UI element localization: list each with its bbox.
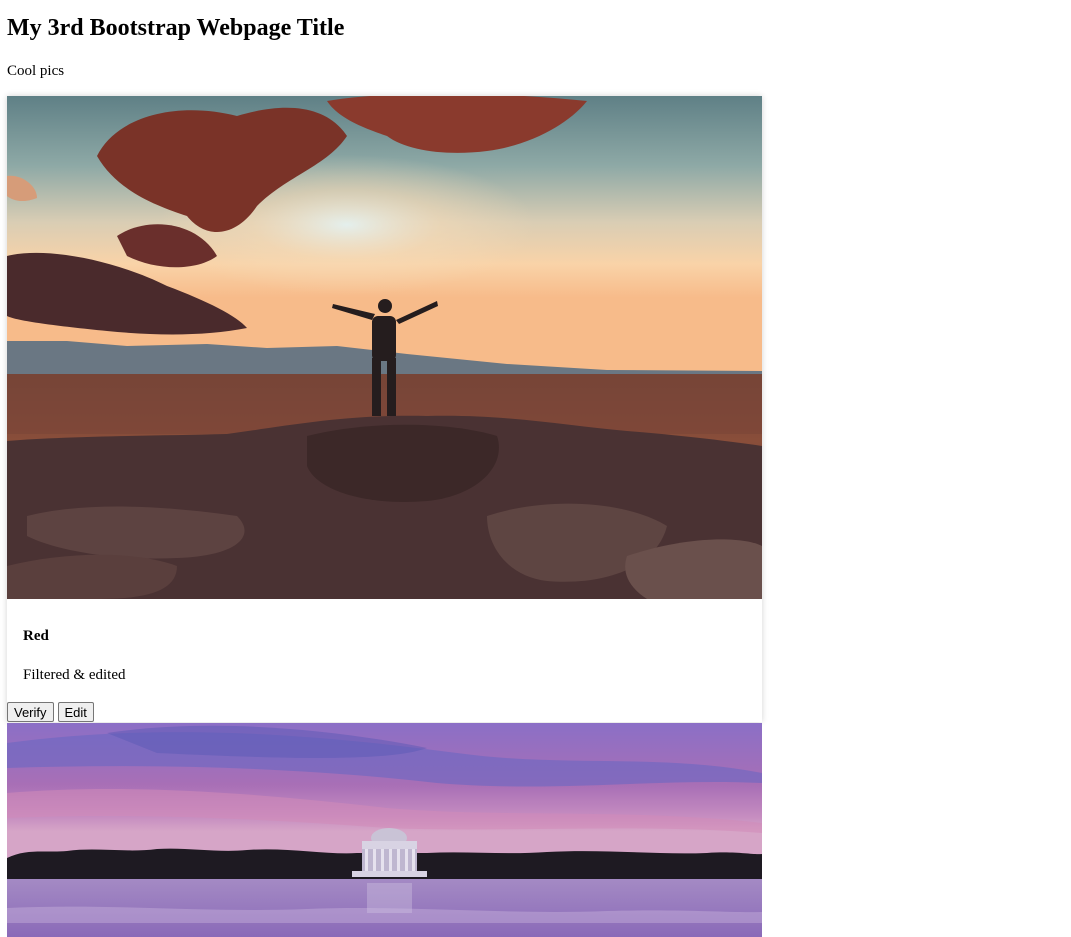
verify-button[interactable]: Verify [7,702,54,722]
card-title: Red [23,628,49,644]
page-subtitle: Cool pics [7,63,65,79]
page-title: My 3rd Bootstrap Webpage Title [7,15,345,41]
card-text: Filtered & edited [23,667,126,683]
page: My 3rd Bootstrap Webpage Title Cool pics [0,0,1071,937]
card-red: Red Filtered & edited Verify Edit [7,96,762,722]
card-image-sunset [7,96,762,599]
card-memorial [7,723,762,937]
edit-button[interactable]: Edit [57,702,94,722]
card-actions: Verify Edit [7,702,94,722]
card-image-memorial [7,723,762,937]
